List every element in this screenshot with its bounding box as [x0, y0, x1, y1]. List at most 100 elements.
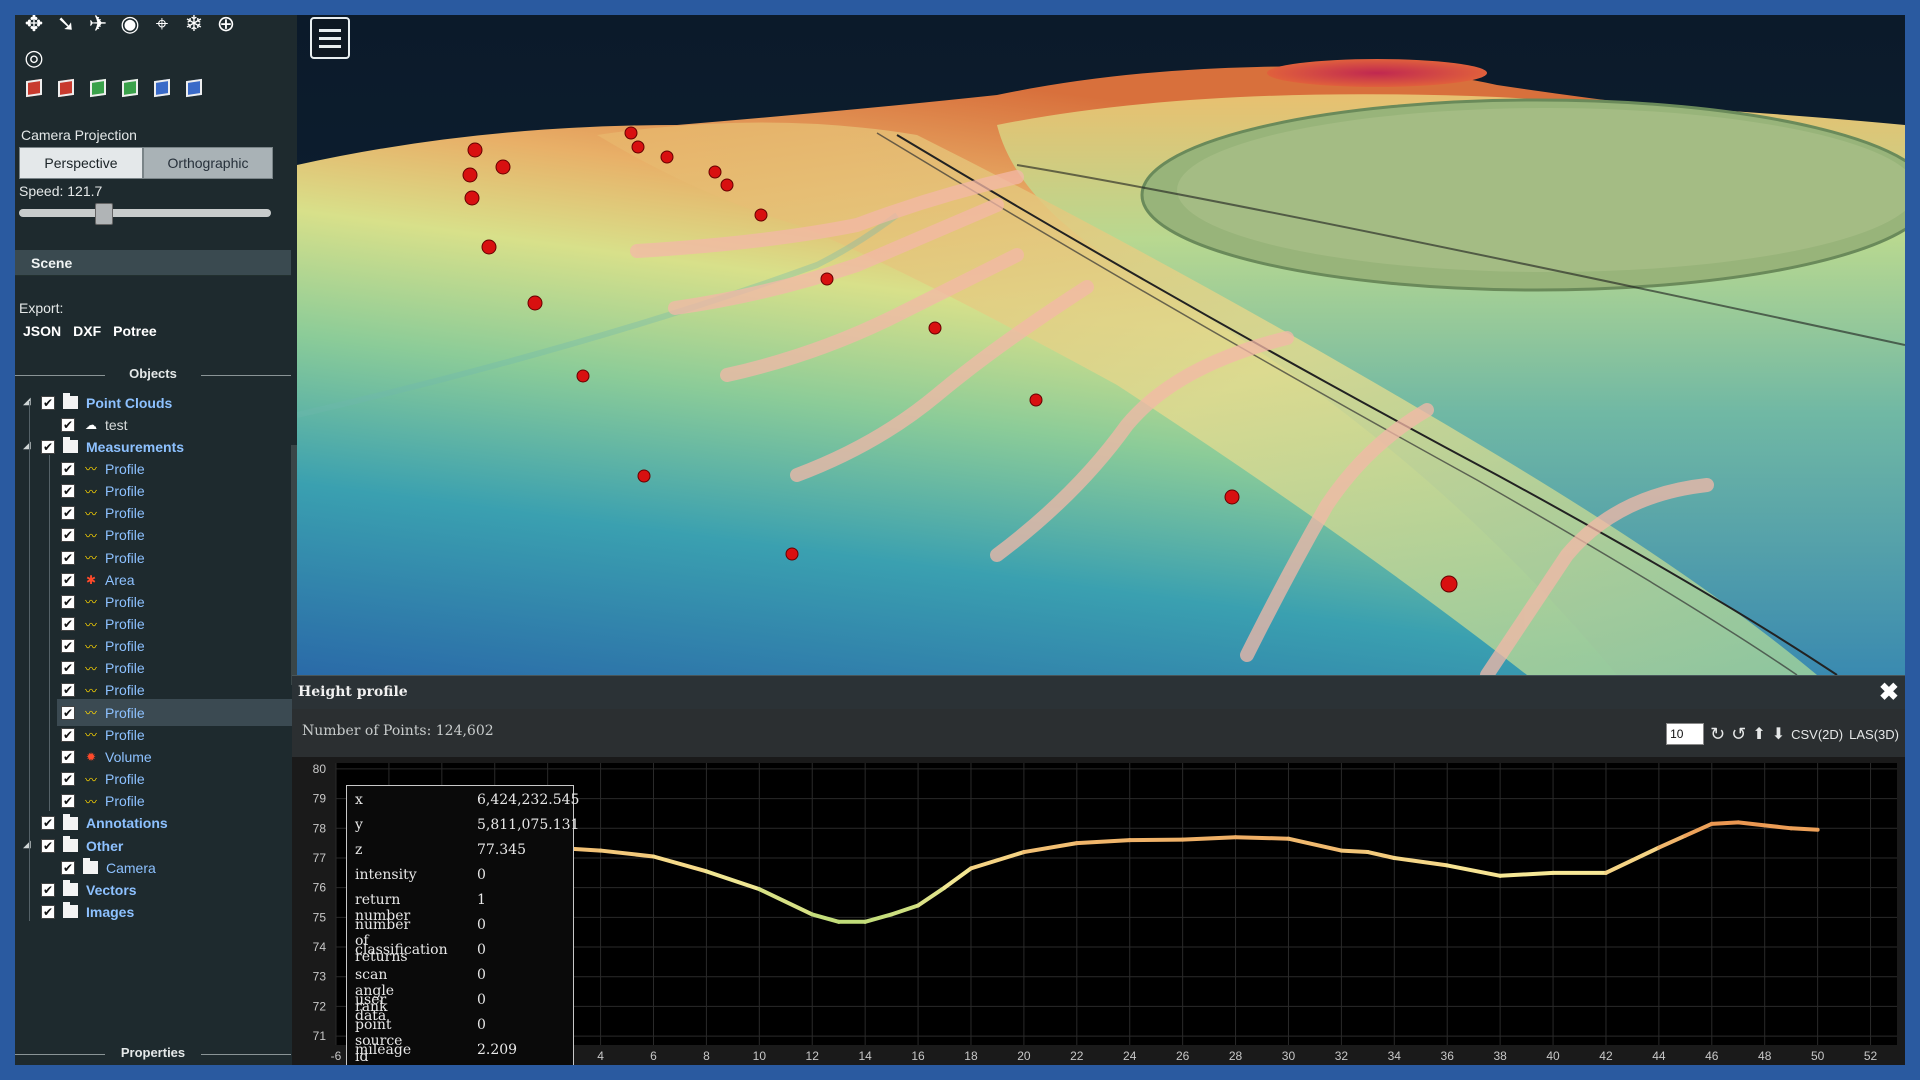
tree-item-label: Profile [105, 593, 145, 610]
speed-slider-thumb[interactable] [94, 203, 113, 225]
tree-item-label: Profile [105, 726, 145, 743]
orbit-icon[interactable]: ◉ [117, 15, 143, 37]
visibility-checkbox[interactable] [61, 794, 75, 809]
profile-icon: 〰 [84, 551, 97, 566]
top-view-icon[interactable] [149, 75, 175, 101]
y-tick-label: 75 [313, 910, 327, 924]
export-json-link[interactable]: JSON [23, 323, 61, 339]
profile-width-input[interactable]: 10 [1666, 723, 1705, 745]
visibility-checkbox[interactable] [61, 639, 75, 654]
navigation-toolbar: ✥ ➘ ✈ ◉ ⌖ ❄ ⊕ [21, 15, 239, 37]
x-tick-label: 4 [597, 1049, 604, 1063]
tooltip-key: mileage [355, 1042, 412, 1058]
tooltip-key: z [355, 842, 363, 858]
visibility-checkbox[interactable] [61, 506, 75, 521]
close-icon[interactable]: ✖ [1879, 681, 1899, 705]
profile-icon: 〰 [84, 661, 97, 676]
visibility-checkbox[interactable] [61, 528, 75, 543]
x-tick-label: 10 [753, 1049, 767, 1063]
tree-item-label: Profile [105, 682, 145, 699]
navcube-icon[interactable]: ❄ [181, 15, 207, 37]
x-tick-label: 36 [1441, 1049, 1455, 1063]
focus-icon[interactable]: ⌖ [149, 15, 175, 37]
profile-icon: 〰 [84, 706, 97, 721]
tree-item-label: Camera [106, 859, 156, 876]
point-cloud-viewport[interactable] [297, 15, 1905, 675]
tree-item-label: Profile [105, 771, 145, 788]
profile-icon: 〰 [84, 772, 97, 787]
visibility-checkbox[interactable] [61, 749, 75, 764]
move-up-icon[interactable]: ⬆ [1752, 724, 1765, 744]
visibility-checkbox[interactable] [41, 439, 55, 454]
helicopter-icon[interactable]: ✈ [85, 15, 111, 37]
move-icon[interactable]: ✥ [21, 15, 47, 37]
x-tick-label: 48 [1758, 1049, 1772, 1063]
profile-icon: 〰 [84, 794, 97, 809]
area-icon: ✱ [85, 572, 97, 587]
visibility-checkbox[interactable] [61, 705, 75, 720]
tooltip-value: 5,811,075.131 [477, 817, 580, 833]
compass-icon[interactable]: ⊕ [213, 15, 239, 37]
visibility-checkbox[interactable] [41, 882, 55, 897]
visibility-checkbox[interactable] [61, 594, 75, 609]
rotate-left-icon[interactable]: ↻ [1710, 724, 1725, 745]
visibility-checkbox[interactable] [61, 772, 75, 787]
front-view-icon[interactable] [85, 75, 111, 101]
menu-toggle-button[interactable] [310, 17, 350, 59]
height-profile-panel: Height profile ✖ Number of Points: 124,6… [292, 675, 1905, 1065]
visibility-checkbox[interactable] [61, 484, 75, 499]
bottom-view-icon[interactable] [181, 75, 207, 101]
perspective-button[interactable]: Perspective [19, 147, 143, 179]
csv-export-button[interactable]: CSV(2D) [1791, 727, 1843, 742]
camera-animation-icon[interactable]: ◎ [21, 45, 47, 71]
projection-toggle: Perspective Orthographic [19, 147, 273, 179]
visibility-checkbox[interactable] [41, 816, 55, 831]
x-tick-label: 12 [806, 1049, 820, 1063]
y-tick-label: 79 [313, 792, 327, 806]
visibility-checkbox[interactable] [61, 727, 75, 742]
tree-group-images[interactable]: Images [37, 898, 295, 925]
visibility-checkbox[interactable] [61, 461, 75, 476]
las-export-button[interactable]: LAS(3D) [1849, 727, 1899, 742]
left-view-icon[interactable] [21, 75, 47, 101]
back-view-icon[interactable] [117, 75, 143, 101]
move-down-icon[interactable]: ⬇ [1772, 724, 1785, 744]
tooltip-value: 6,424,232.545 [477, 792, 580, 808]
x-tick-label: 52 [1864, 1049, 1878, 1063]
x-tick-label: 42 [1599, 1049, 1613, 1063]
visibility-checkbox[interactable] [41, 838, 55, 853]
visibility-checkbox[interactable] [61, 683, 75, 698]
export-label: Export: [19, 300, 64, 316]
visibility-checkbox[interactable] [61, 572, 75, 587]
rotate-right-icon[interactable]: ↺ [1731, 724, 1746, 745]
visibility-checkbox[interactable] [61, 860, 75, 875]
hamburger-line-icon [319, 44, 341, 48]
visibility-checkbox[interactable] [61, 617, 75, 631]
profile-toolbar: Number of Points: 124,602 10 ↻ ↺ ⬆ ⬇ CSV… [292, 709, 1905, 757]
profile-line-segment [1127, 837, 1185, 843]
profile-panel-title: Height profile [298, 684, 408, 700]
y-tick-label: 71 [313, 1029, 327, 1043]
export-dxf-link[interactable]: DXF [73, 323, 101, 339]
visibility-checkbox[interactable] [61, 417, 75, 432]
visibility-checkbox[interactable] [41, 395, 55, 410]
visibility-checkbox[interactable] [41, 904, 55, 919]
profile-panel-header: Height profile ✖ [292, 675, 1905, 710]
sidebar: ✥ ➘ ✈ ◉ ⌖ ❄ ⊕ ◎ Camera Projection Perspective … [15, 15, 297, 1065]
fly-icon[interactable]: ➘ [53, 15, 79, 37]
tree-item-label: Profile [105, 793, 145, 810]
tooltip-value: 2.209 [477, 1042, 518, 1058]
tree-item-label: Annotations [86, 815, 168, 832]
terrain-render[interactable] [297, 15, 1905, 675]
x-tick-label: 28 [1229, 1049, 1243, 1063]
tree-guide-line [49, 455, 50, 811]
speed-slider[interactable] [19, 209, 271, 217]
points-label: Number of Points: [302, 723, 432, 739]
right-view-icon[interactable] [53, 75, 79, 101]
export-potree-link[interactable]: Potree [113, 323, 157, 339]
scene-section-header[interactable]: Scene [15, 250, 291, 276]
visibility-checkbox[interactable] [61, 661, 75, 676]
visibility-checkbox[interactable] [61, 550, 75, 565]
x-tick-label: -6 [331, 1049, 342, 1063]
orthographic-button[interactable]: Orthographic [143, 147, 273, 179]
